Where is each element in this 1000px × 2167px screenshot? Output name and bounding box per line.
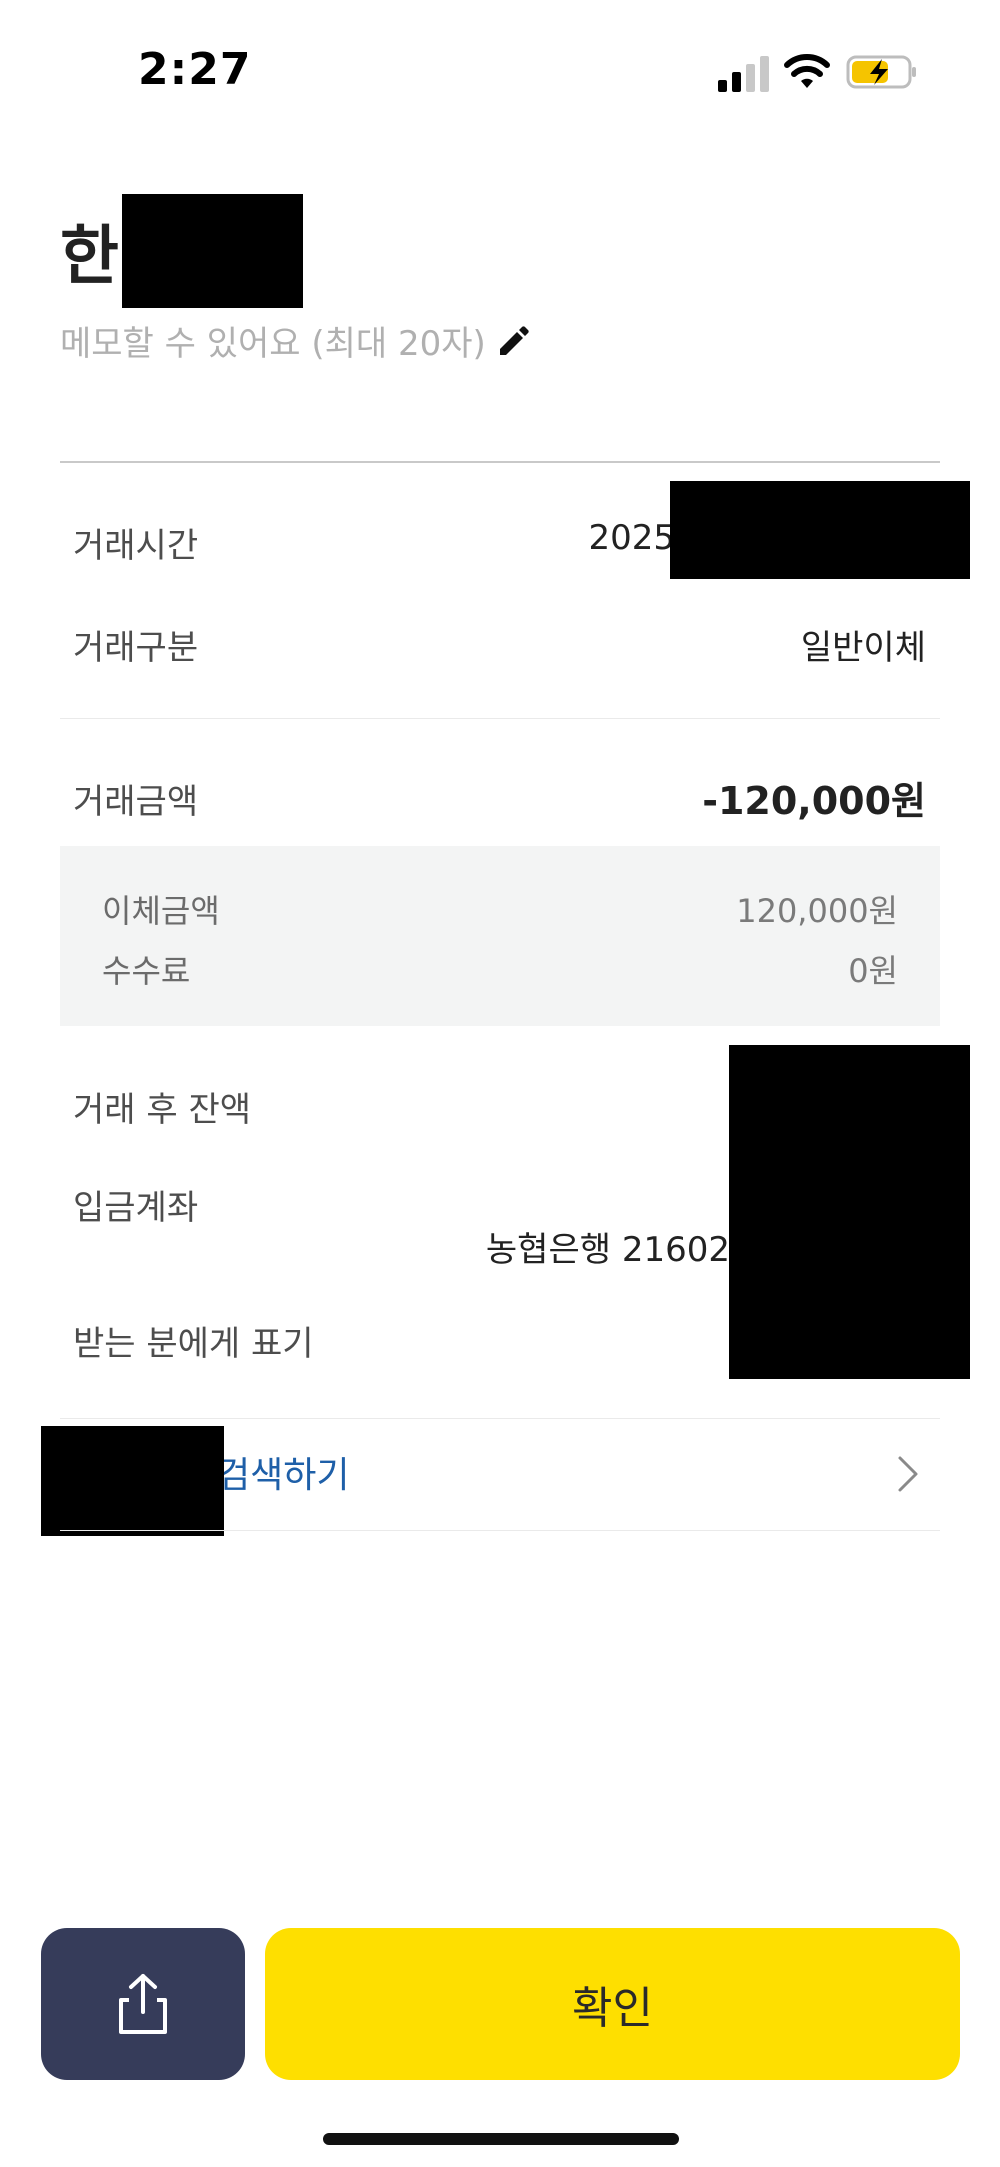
home-indicator [323,2133,679,2145]
memo-placeholder: 메모할 수 있어요 (최대 20자) [60,324,486,364]
time-value: 2025 [588,518,675,558]
deposit-account-value: 농협은행 21602 [485,1230,730,1270]
type-value: 일반이체 [800,628,926,668]
status-time: 2:27 [138,44,252,95]
recipient-display-label: 받는 분에게 표기 [73,1324,314,1364]
section-divider [60,1530,940,1531]
status-bar: 2:27 [0,0,1000,150]
page-title: 한 [60,220,119,294]
header-divider [60,461,940,463]
balance-label: 거래 후 잔액 [73,1090,252,1130]
redaction-box [122,194,303,308]
time-label: 거래시간 [73,526,199,566]
fee-label: 수수료 [102,952,191,990]
chevron-right-icon [898,1456,918,1492]
fee-value: 0원 [848,952,898,990]
section-divider [60,718,940,719]
search-link[interactable]: 검색하기 [217,1446,349,1498]
amount-value: -120,000원 [702,779,926,823]
transfer-amount-value: 120,000원 [736,892,898,930]
amount-breakdown: 이체금액 120,000원 수수료 0원 [60,846,940,1026]
share-icon [119,1974,167,2034]
pencil-icon[interactable] [496,323,532,359]
share-button[interactable] [41,1928,245,2080]
type-label: 거래구분 [73,628,199,668]
transfer-amount-label: 이체금액 [102,892,220,930]
battery-charging-icon [846,55,916,89]
redaction-box [41,1426,224,1536]
confirm-button[interactable]: 확인 [265,1928,960,2080]
cellular-signal-icon [718,56,769,92]
deposit-account-label: 입금계좌 [73,1188,199,1228]
memo-field[interactable]: 메모할 수 있어요 (최대 20자) [60,316,532,365]
redaction-box [729,1045,970,1379]
wifi-icon [784,54,830,88]
redaction-box [670,481,970,579]
amount-label: 거래금액 [73,782,199,822]
